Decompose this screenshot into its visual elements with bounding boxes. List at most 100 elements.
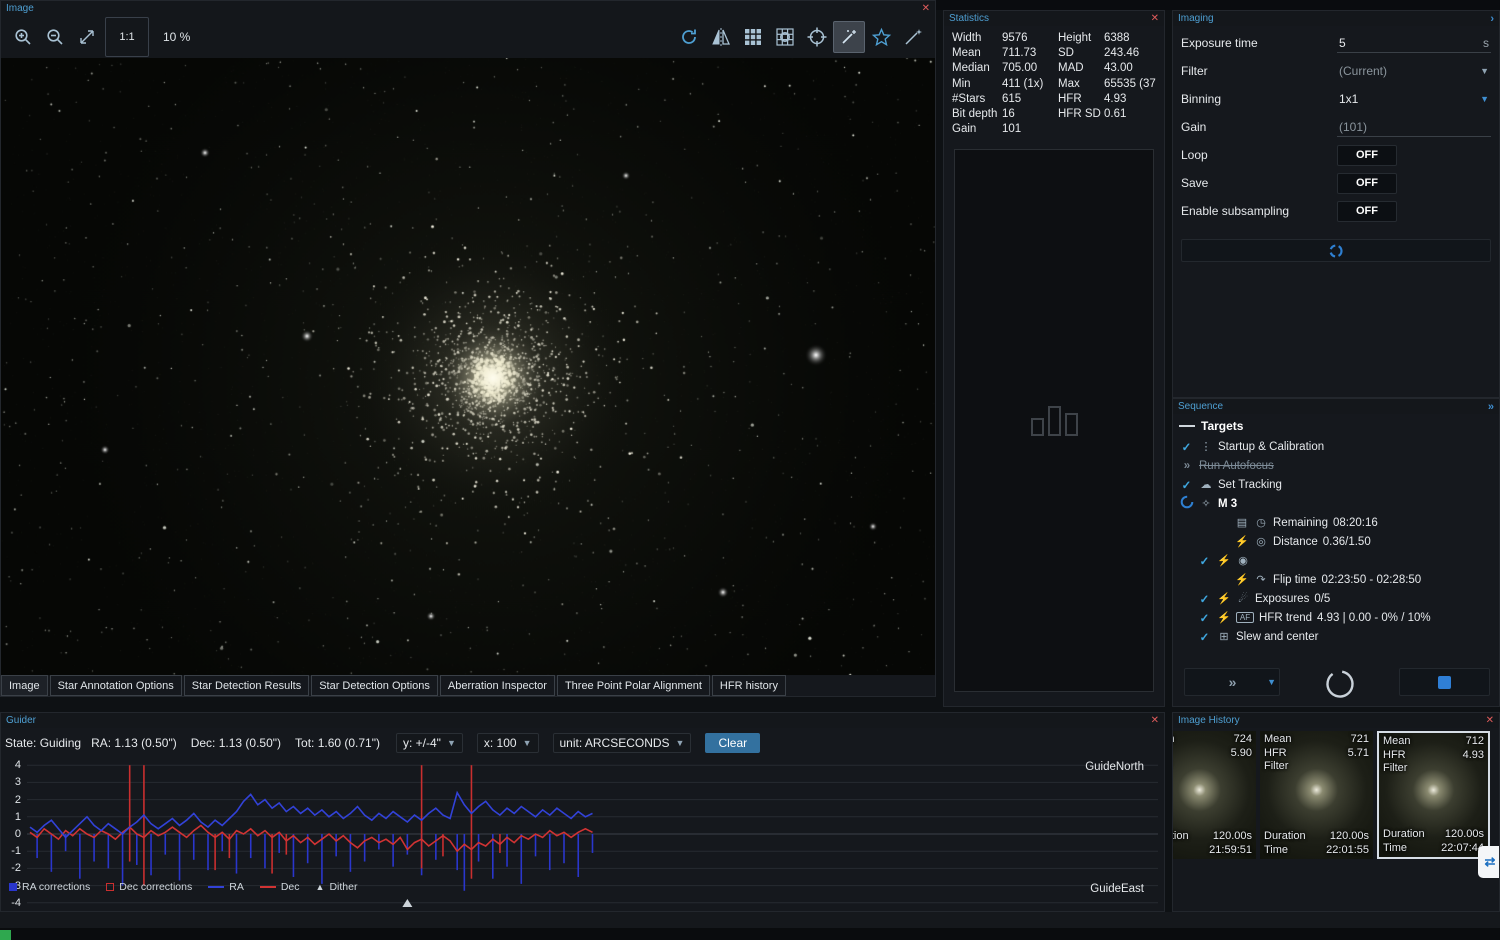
loop-toggle[interactable]: OFF — [1337, 145, 1397, 166]
sequence-item-label: Set Tracking — [1218, 479, 1282, 491]
flip-horizontal-icon[interactable] — [705, 21, 737, 53]
stat-label: HFR SD — [1058, 107, 1104, 121]
clear-button[interactable]: Clear — [705, 733, 760, 753]
exposure-time-unit: s — [1483, 36, 1489, 50]
image-view[interactable] — [1, 58, 935, 675]
zoom-out-button[interactable] — [39, 21, 71, 53]
tab-aberration-inspector[interactable]: Aberration Inspector — [440, 675, 555, 696]
save-toggle[interactable]: OFF — [1337, 173, 1397, 194]
eye-icon: ◉ — [1236, 554, 1250, 567]
unit-dropdown[interactable]: unit: ARCSECONDS ▼ — [553, 733, 692, 753]
card-stat-label: Mean — [1172, 733, 1175, 747]
rotate-icon[interactable] — [673, 21, 705, 53]
subsampling-toggle[interactable]: OFF — [1337, 201, 1397, 222]
sequence-item-label: Flip time — [1273, 574, 1316, 586]
card-stat-value: 120.00s — [1445, 828, 1484, 842]
one-to-one-button[interactable]: 1:1 — [105, 17, 149, 57]
close-icon[interactable]: ✕ — [922, 4, 930, 14]
gain-field[interactable]: (101) — [1337, 117, 1491, 137]
stop-sequence-button[interactable] — [1399, 668, 1490, 696]
card-stats-top: Mean721HFR5.71Filter — [1264, 733, 1369, 774]
card-stat-row: Filter — [1383, 762, 1484, 776]
grid-icon[interactable] — [737, 21, 769, 53]
sequence-item[interactable]: »Run Autofocus — [1173, 456, 1499, 475]
binning-row: Binning 1x1 ▼ — [1173, 85, 1499, 113]
image-history-card[interactable]: Mean712HFR4.93FilterDuration120.00sTime2… — [1377, 731, 1490, 859]
stat-label: #Stars — [952, 92, 1002, 106]
image-history-card[interactable]: Mean721HFR5.71FilterDuration120.00sTime2… — [1260, 731, 1373, 859]
close-icon[interactable]: ✕ — [1151, 14, 1159, 24]
x-scale-dropdown[interactable]: x: 100 ▼ — [477, 733, 539, 753]
card-stat-label: Filter — [1383, 762, 1407, 776]
stat-label: MAD — [1058, 61, 1104, 75]
tab-image[interactable]: Image — [1, 675, 48, 696]
sequence-item[interactable]: ✓⚡☄Exposures0/5 — [1173, 589, 1499, 608]
sequence-item[interactable]: ⚡◎Distance0.36/1.50 — [1173, 532, 1499, 551]
card-stat-row: Mean721 — [1264, 733, 1369, 747]
measure-icon[interactable] — [71, 21, 103, 53]
skip-instruction-button[interactable]: » ▼ — [1184, 668, 1280, 696]
statistics-grid: Width9576Height6388Mean711.73SD243.46Med… — [952, 31, 1162, 136]
card-stat-label: Duration — [1383, 828, 1425, 842]
card-stat-label: Mean — [1383, 735, 1411, 749]
close-icon[interactable]: ✕ — [1486, 716, 1494, 726]
guider-controls: State: Guiding RA: 1.13 (0.50") Dec: 1.1… — [5, 730, 1160, 756]
sequence-item[interactable]: ✓⚡◉ — [1173, 551, 1499, 570]
platesolve-wand-icon[interactable] — [897, 21, 929, 53]
image-history-card[interactable]: Mean724HFR5.90FilterDuration120.00sTime2… — [1172, 731, 1256, 859]
close-icon[interactable]: ✕ — [1151, 716, 1159, 726]
legend-swatch — [208, 886, 224, 888]
tab-hfr-history[interactable]: HFR history — [712, 675, 786, 696]
sequence-item[interactable]: ⚡↷Flip time02:23:50 - 02:28:50 — [1173, 570, 1499, 589]
legend-item: RA corrections — [9, 881, 90, 893]
star-annotation-icon[interactable] — [865, 21, 897, 53]
capture-button[interactable] — [1181, 239, 1491, 262]
stat-label: Bit depth — [952, 107, 1002, 121]
stat-label: Gain — [952, 122, 1002, 136]
card-stat-row: Filter — [1172, 760, 1252, 774]
y-tick-label: 4 — [15, 759, 21, 771]
sequence-item[interactable]: ✓⋮Startup & Calibration — [1173, 437, 1499, 456]
stat-value: 615 — [1002, 92, 1058, 106]
check-icon: ✓ — [1179, 440, 1194, 454]
sequence-item[interactable]: ✓⚡AFHFR trend4.93 | 0.00 - 0% / 10% — [1173, 608, 1499, 627]
sequence-item[interactable]: ▤◷Remaining08:20:16 — [1173, 513, 1499, 532]
sequence-item[interactable]: ✓⊞Slew and center — [1173, 627, 1499, 646]
star-detection-wand-icon[interactable] — [833, 21, 865, 53]
tab-three-point-polar-alignment[interactable]: Three Point Polar Alignment — [557, 675, 710, 696]
tab-star-annotation-options[interactable]: Star Annotation Options — [50, 675, 182, 696]
sequence-progress-ring — [1325, 669, 1355, 699]
chevron-down-icon: ▼ — [676, 738, 685, 748]
tab-star-detection-options[interactable]: Star Detection Options — [311, 675, 438, 696]
image-panel: Image ✕ 1:1 10 % — [0, 0, 936, 697]
deep-sky-canvas — [1, 58, 935, 675]
stat-value: 411 (1x) — [1002, 77, 1058, 91]
spinner-icon — [1179, 495, 1194, 512]
legend-label: Dither — [329, 881, 357, 893]
dash-icon — [1179, 425, 1195, 427]
remote-access-icon[interactable]: ⇄ — [1478, 846, 1500, 878]
image-panel-title: Image — [6, 3, 34, 14]
image-history-panel-title: Image History — [1178, 715, 1240, 726]
sequence-panel-title: Sequence — [1178, 401, 1223, 412]
zoom-in-button[interactable] — [7, 21, 39, 53]
y-scale-dropdown[interactable]: y: +/-4" ▼ — [396, 733, 463, 753]
skip-icon: » — [1179, 460, 1194, 472]
binning-dropdown[interactable]: 1x1 ▼ — [1337, 89, 1491, 109]
sequence-item[interactable]: ✓☁Set Tracking — [1173, 475, 1499, 494]
crosshair-icon[interactable] — [801, 21, 833, 53]
sequence-item[interactable]: ✧M 3 — [1173, 494, 1499, 513]
y-tick-label: -1 — [11, 845, 21, 857]
filter-dropdown[interactable]: (Current) ▼ — [1337, 61, 1491, 81]
card-stat-label: Mean — [1264, 733, 1292, 747]
sequence-item-value: 0/5 — [1314, 593, 1330, 605]
legend-label: Dec corrections — [119, 881, 192, 893]
pixel-inspector-icon[interactable] — [769, 21, 801, 53]
guider-tot-readout: Tot: 1.60 (0.71") — [295, 736, 380, 750]
tab-star-detection-results[interactable]: Star Detection Results — [184, 675, 309, 696]
check-icon: ✓ — [1197, 592, 1212, 606]
expand-icon[interactable]: › — [1490, 13, 1494, 25]
expand-icon[interactable]: » — [1488, 401, 1494, 413]
stat-value: 16 — [1002, 107, 1058, 121]
exposure-time-field[interactable]: 5 s — [1337, 33, 1491, 53]
